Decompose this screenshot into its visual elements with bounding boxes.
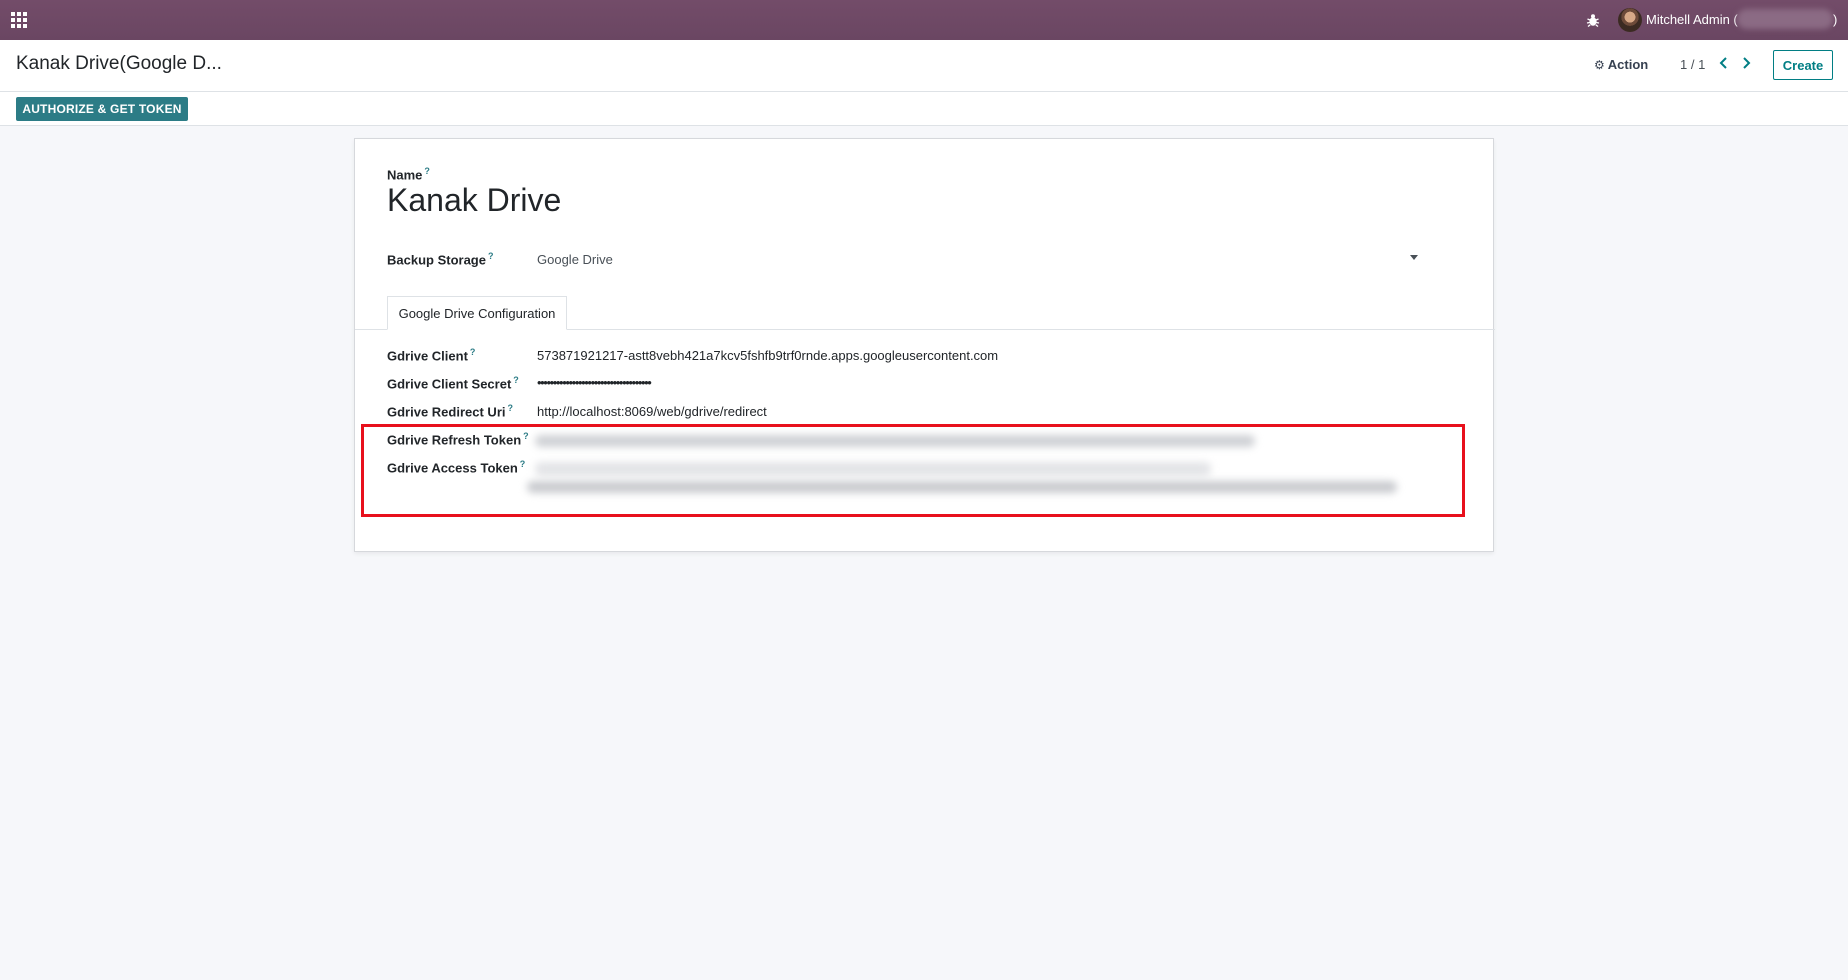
- breadcrumb: Kanak Drive(Google D...: [16, 53, 222, 74]
- backup-storage-label: Backup Storage?: [387, 251, 494, 268]
- tab-google-drive-configuration[interactable]: Google Drive Configuration: [387, 296, 567, 330]
- create-button[interactable]: Create: [1773, 50, 1833, 80]
- user-database-redacted: [1737, 9, 1833, 29]
- gdrive-redirect-uri-field[interactable]: http://localhost:8069/web/gdrive/redirec…: [537, 404, 767, 419]
- control-panel: Kanak Drive(Google D... ⚙ Action 1 / 1 Cr…: [0, 40, 1848, 126]
- gdrive-client-field[interactable]: 573871921217-astt8vebh421a7kcv5fshfb9trf…: [537, 348, 998, 363]
- control-panel-divider: [0, 91, 1848, 92]
- user-menu-paren: ): [1833, 12, 1838, 27]
- gdrive-client-label: Gdrive Client?: [387, 347, 476, 364]
- help-icon[interactable]: ?: [513, 375, 519, 385]
- gdrive-client-secret-label: Gdrive Client Secret?: [387, 375, 519, 392]
- gdrive-client-secret-field[interactable]: ••••••••••••••••••••••••••••••••••••: [537, 375, 652, 390]
- name-field[interactable]: Kanak Drive: [387, 182, 561, 219]
- action-label: Action: [1607, 57, 1649, 72]
- pager-value[interactable]: 1 / 1: [1680, 57, 1705, 72]
- help-icon[interactable]: ?: [424, 166, 430, 176]
- user-menu-name[interactable]: Mitchell Admin (: [1646, 12, 1738, 27]
- authorize-get-token-button[interactable]: AUTHORIZE & GET TOKEN: [16, 97, 188, 121]
- chevron-right-icon[interactable]: [1738, 54, 1754, 72]
- name-label: Name?: [387, 166, 430, 183]
- gear-icon: ⚙: [1594, 58, 1605, 72]
- avatar[interactable]: [1618, 8, 1642, 32]
- bug-icon[interactable]: [1585, 12, 1601, 28]
- help-icon[interactable]: ?: [508, 403, 514, 413]
- help-icon[interactable]: ?: [470, 347, 476, 357]
- caret-down-icon[interactable]: [1410, 255, 1418, 260]
- action-button[interactable]: ⚙ Action: [1594, 57, 1648, 72]
- apps-grid-icon[interactable]: [11, 12, 27, 28]
- chevron-left-icon[interactable]: [1716, 54, 1732, 72]
- top-navbar: Mitchell Admin ( ): [0, 0, 1848, 40]
- highlight-box: [361, 424, 1465, 517]
- help-icon[interactable]: ?: [488, 251, 494, 261]
- backup-storage-select[interactable]: Google Drive: [537, 252, 613, 267]
- gdrive-redirect-uri-label: Gdrive Redirect Uri?: [387, 403, 514, 420]
